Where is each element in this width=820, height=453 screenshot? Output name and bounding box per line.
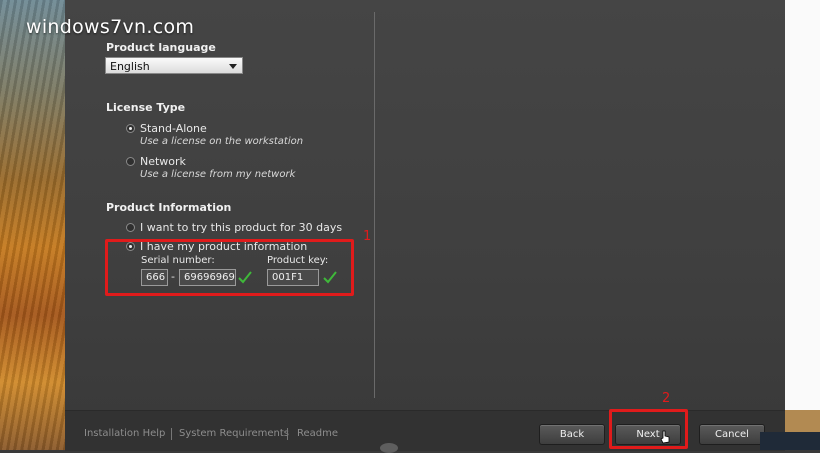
network-label[interactable]: Network xyxy=(140,155,186,168)
product-information-heading: Product Information xyxy=(106,201,232,214)
installation-help-link[interactable]: Installation Help xyxy=(84,428,165,439)
stand-alone-description: Use a license on the workstation xyxy=(140,136,304,147)
chevron-down-icon xyxy=(229,64,237,69)
system-requirements-link[interactable]: System Requirements xyxy=(179,428,289,439)
background-window xyxy=(785,0,820,410)
taskbar-fragment xyxy=(760,432,820,450)
footer-separator xyxy=(171,428,172,440)
annotation-marker-2: 2 xyxy=(662,391,671,406)
radio-trial[interactable] xyxy=(126,223,135,232)
hand-cursor-icon xyxy=(660,430,670,444)
scroll-indicator xyxy=(380,443,398,453)
network-description: Use a license from my network xyxy=(140,169,296,180)
radio-stand-alone[interactable] xyxy=(126,124,135,133)
trial-label[interactable]: I want to try this product for 30 days xyxy=(140,221,342,234)
watermark: windows7vn.com xyxy=(26,16,195,38)
back-button[interactable]: Back xyxy=(539,424,605,445)
next-button[interactable]: Next xyxy=(615,424,681,445)
footer-separator xyxy=(287,428,288,440)
annotation-marker-1: 1 xyxy=(363,229,372,244)
product-language-value: English xyxy=(110,60,150,73)
stand-alone-label[interactable]: Stand-Alone xyxy=(140,122,207,135)
readme-link[interactable]: Readme xyxy=(297,428,338,439)
annotation-box-1 xyxy=(105,239,354,296)
product-language-heading: Product language xyxy=(106,41,216,54)
license-type-heading: License Type xyxy=(106,101,186,114)
desktop-background xyxy=(0,0,65,450)
cancel-button[interactable]: Cancel xyxy=(699,424,765,445)
radio-network[interactable] xyxy=(126,157,135,166)
product-language-dropdown[interactable]: English xyxy=(105,57,243,74)
panel-divider xyxy=(374,12,375,398)
